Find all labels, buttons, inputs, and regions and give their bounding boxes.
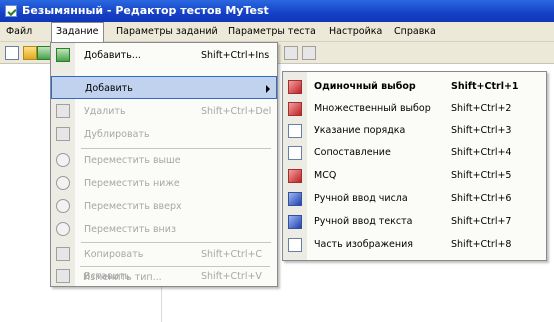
add-submenu-item[interactable]: Одиночный выбор Shift+Ctrl+1: [283, 76, 546, 98]
add-submenu-item[interactable]: Множественный выбор Shift+Ctrl+2: [283, 98, 546, 120]
add-submenu-item-label: Часть изображения: [314, 239, 413, 250]
add-submenu-item-shortcut: Shift+Ctrl+8: [451, 239, 512, 250]
add-submenu-item[interactable]: Ручной ввод числа Shift+Ctrl+6: [283, 188, 546, 210]
task-menu-item[interactable]: Дублировать: [51, 123, 277, 146]
matching-icon: [288, 146, 302, 160]
task-menu-item[interactable]: Добавить... Shift+Ctrl+Ins: [51, 44, 277, 67]
menu-file[interactable]: Файл: [2, 22, 36, 42]
task-menu-item[interactable]: Переместить вниз: [51, 218, 277, 241]
add-submenu-item[interactable]: Сопоставление Shift+Ctrl+4: [283, 142, 546, 164]
move-up-icon: [56, 153, 70, 167]
app-icon: [5, 5, 17, 17]
add-submenu-item-shortcut: Shift+Ctrl+7: [451, 216, 512, 227]
menu-bar: Файл Задание Параметры заданий Параметры…: [0, 22, 554, 42]
paste-toolbar-icon[interactable]: [302, 46, 316, 60]
add-submenu-item[interactable]: Часть изображения Shift+Ctrl+8: [283, 234, 546, 256]
task-menu-item-label: Копировать: [84, 249, 144, 260]
number-input-icon: [288, 192, 302, 206]
task-menu-item-label: Добавить: [85, 83, 133, 94]
add-submenu-item-label: Сопоставление: [314, 147, 391, 158]
menu-task[interactable]: Задание: [51, 22, 104, 42]
add-submenu-item-shortcut: Shift+Ctrl+3: [451, 125, 512, 136]
menu-task-params[interactable]: Параметры заданий: [112, 22, 222, 42]
add-submenu-item[interactable]: Ручной ввод текста Shift+Ctrl+7: [283, 211, 546, 233]
add-submenu-item-label: Указание порядка: [314, 125, 406, 136]
add-submenu-item[interactable]: MCQ Shift+Ctrl+5: [283, 165, 546, 187]
task-menu-item[interactable]: Переместить вверх: [51, 195, 277, 218]
task-menu-item-label: Удалить: [84, 106, 126, 117]
task-menu-item[interactable]: Удалить Shift+Ctrl+Del: [51, 100, 277, 123]
mcq-icon: [288, 169, 302, 183]
move-down-icon: [56, 176, 70, 190]
task-menu-item[interactable]: Переместить ниже: [51, 172, 277, 195]
submenu-arrow-icon: [266, 85, 270, 93]
task-menu-item[interactable]: Копировать Shift+Ctrl+C: [51, 243, 277, 266]
window-title: Безымянный - Редактор тестов MyTest: [22, 4, 269, 17]
task-menu-item-change-type[interactable]: Изменить тип...: [50, 266, 276, 289]
single-choice-icon: [288, 80, 302, 94]
add-submenu-item-label: MCQ: [314, 170, 337, 181]
copy-icon: [56, 247, 70, 261]
add-submenu-item-shortcut: Shift+Ctrl+1: [451, 81, 519, 92]
delete-task-icon: [56, 104, 70, 118]
add-submenu-item-label: Ручной ввод текста: [314, 216, 413, 227]
move-bottom-icon: [56, 222, 70, 236]
add-submenu-item-label: Ручной ввод числа: [314, 193, 408, 204]
task-menu-item-label: Добавить...: [84, 50, 141, 61]
menu-settings[interactable]: Настройка: [325, 22, 386, 42]
task-menu-item-label: Переместить выше: [84, 155, 181, 166]
task-menu-item-add-submenu[interactable]: Добавить: [51, 76, 277, 99]
add-submenu-item-shortcut: Shift+Ctrl+6: [451, 193, 512, 204]
add-task-icon: [56, 48, 70, 62]
add-submenu-item-label: Множественный выбор: [314, 103, 431, 114]
task-menu-item-label: Переместить вверх: [84, 201, 182, 212]
add-task-toolbar-icon[interactable]: [37, 46, 51, 60]
ordering-icon: [288, 124, 302, 138]
menu-test-params[interactable]: Параметры теста: [224, 22, 320, 42]
task-menu: Добавить... Shift+Ctrl+Ins Добавить Удал…: [50, 42, 278, 287]
add-submenu-item-shortcut: Shift+Ctrl+2: [451, 103, 512, 114]
title-bar: Безымянный - Редактор тестов MyTest: [0, 0, 554, 22]
add-submenu-item-label: Одиночный выбор: [314, 81, 416, 92]
menu-help[interactable]: Справка: [390, 22, 440, 42]
open-file-icon[interactable]: [23, 46, 37, 60]
add-submenu-item[interactable]: Указание порядка Shift+Ctrl+3: [283, 120, 546, 142]
add-submenu-item-shortcut: Shift+Ctrl+5: [451, 170, 512, 181]
add-submenu: Одиночный выбор Shift+Ctrl+1 Множественн…: [282, 71, 547, 261]
task-menu-item-label: Переместить ниже: [84, 178, 180, 189]
move-top-icon: [56, 199, 70, 213]
task-menu-item-label: Дублировать: [84, 129, 150, 140]
multiple-choice-icon: [288, 102, 302, 116]
text-input-icon: [288, 215, 302, 229]
task-menu-item-label: Переместить вниз: [84, 224, 176, 235]
image-area-icon: [288, 238, 302, 252]
task-menu-item-shortcut: Shift+Ctrl+Del: [201, 106, 272, 117]
add-submenu-item-shortcut: Shift+Ctrl+4: [451, 147, 512, 158]
copy-toolbar-icon[interactable]: [284, 46, 298, 60]
new-file-icon[interactable]: [5, 46, 19, 60]
task-menu-item-shortcut: Shift+Ctrl+C: [201, 249, 263, 260]
task-menu-item[interactable]: Переместить выше: [51, 149, 277, 172]
duplicate-task-icon: [56, 127, 70, 141]
task-menu-item-shortcut: Shift+Ctrl+Ins: [201, 50, 270, 61]
task-menu-item-label: Изменить тип...: [83, 272, 162, 283]
